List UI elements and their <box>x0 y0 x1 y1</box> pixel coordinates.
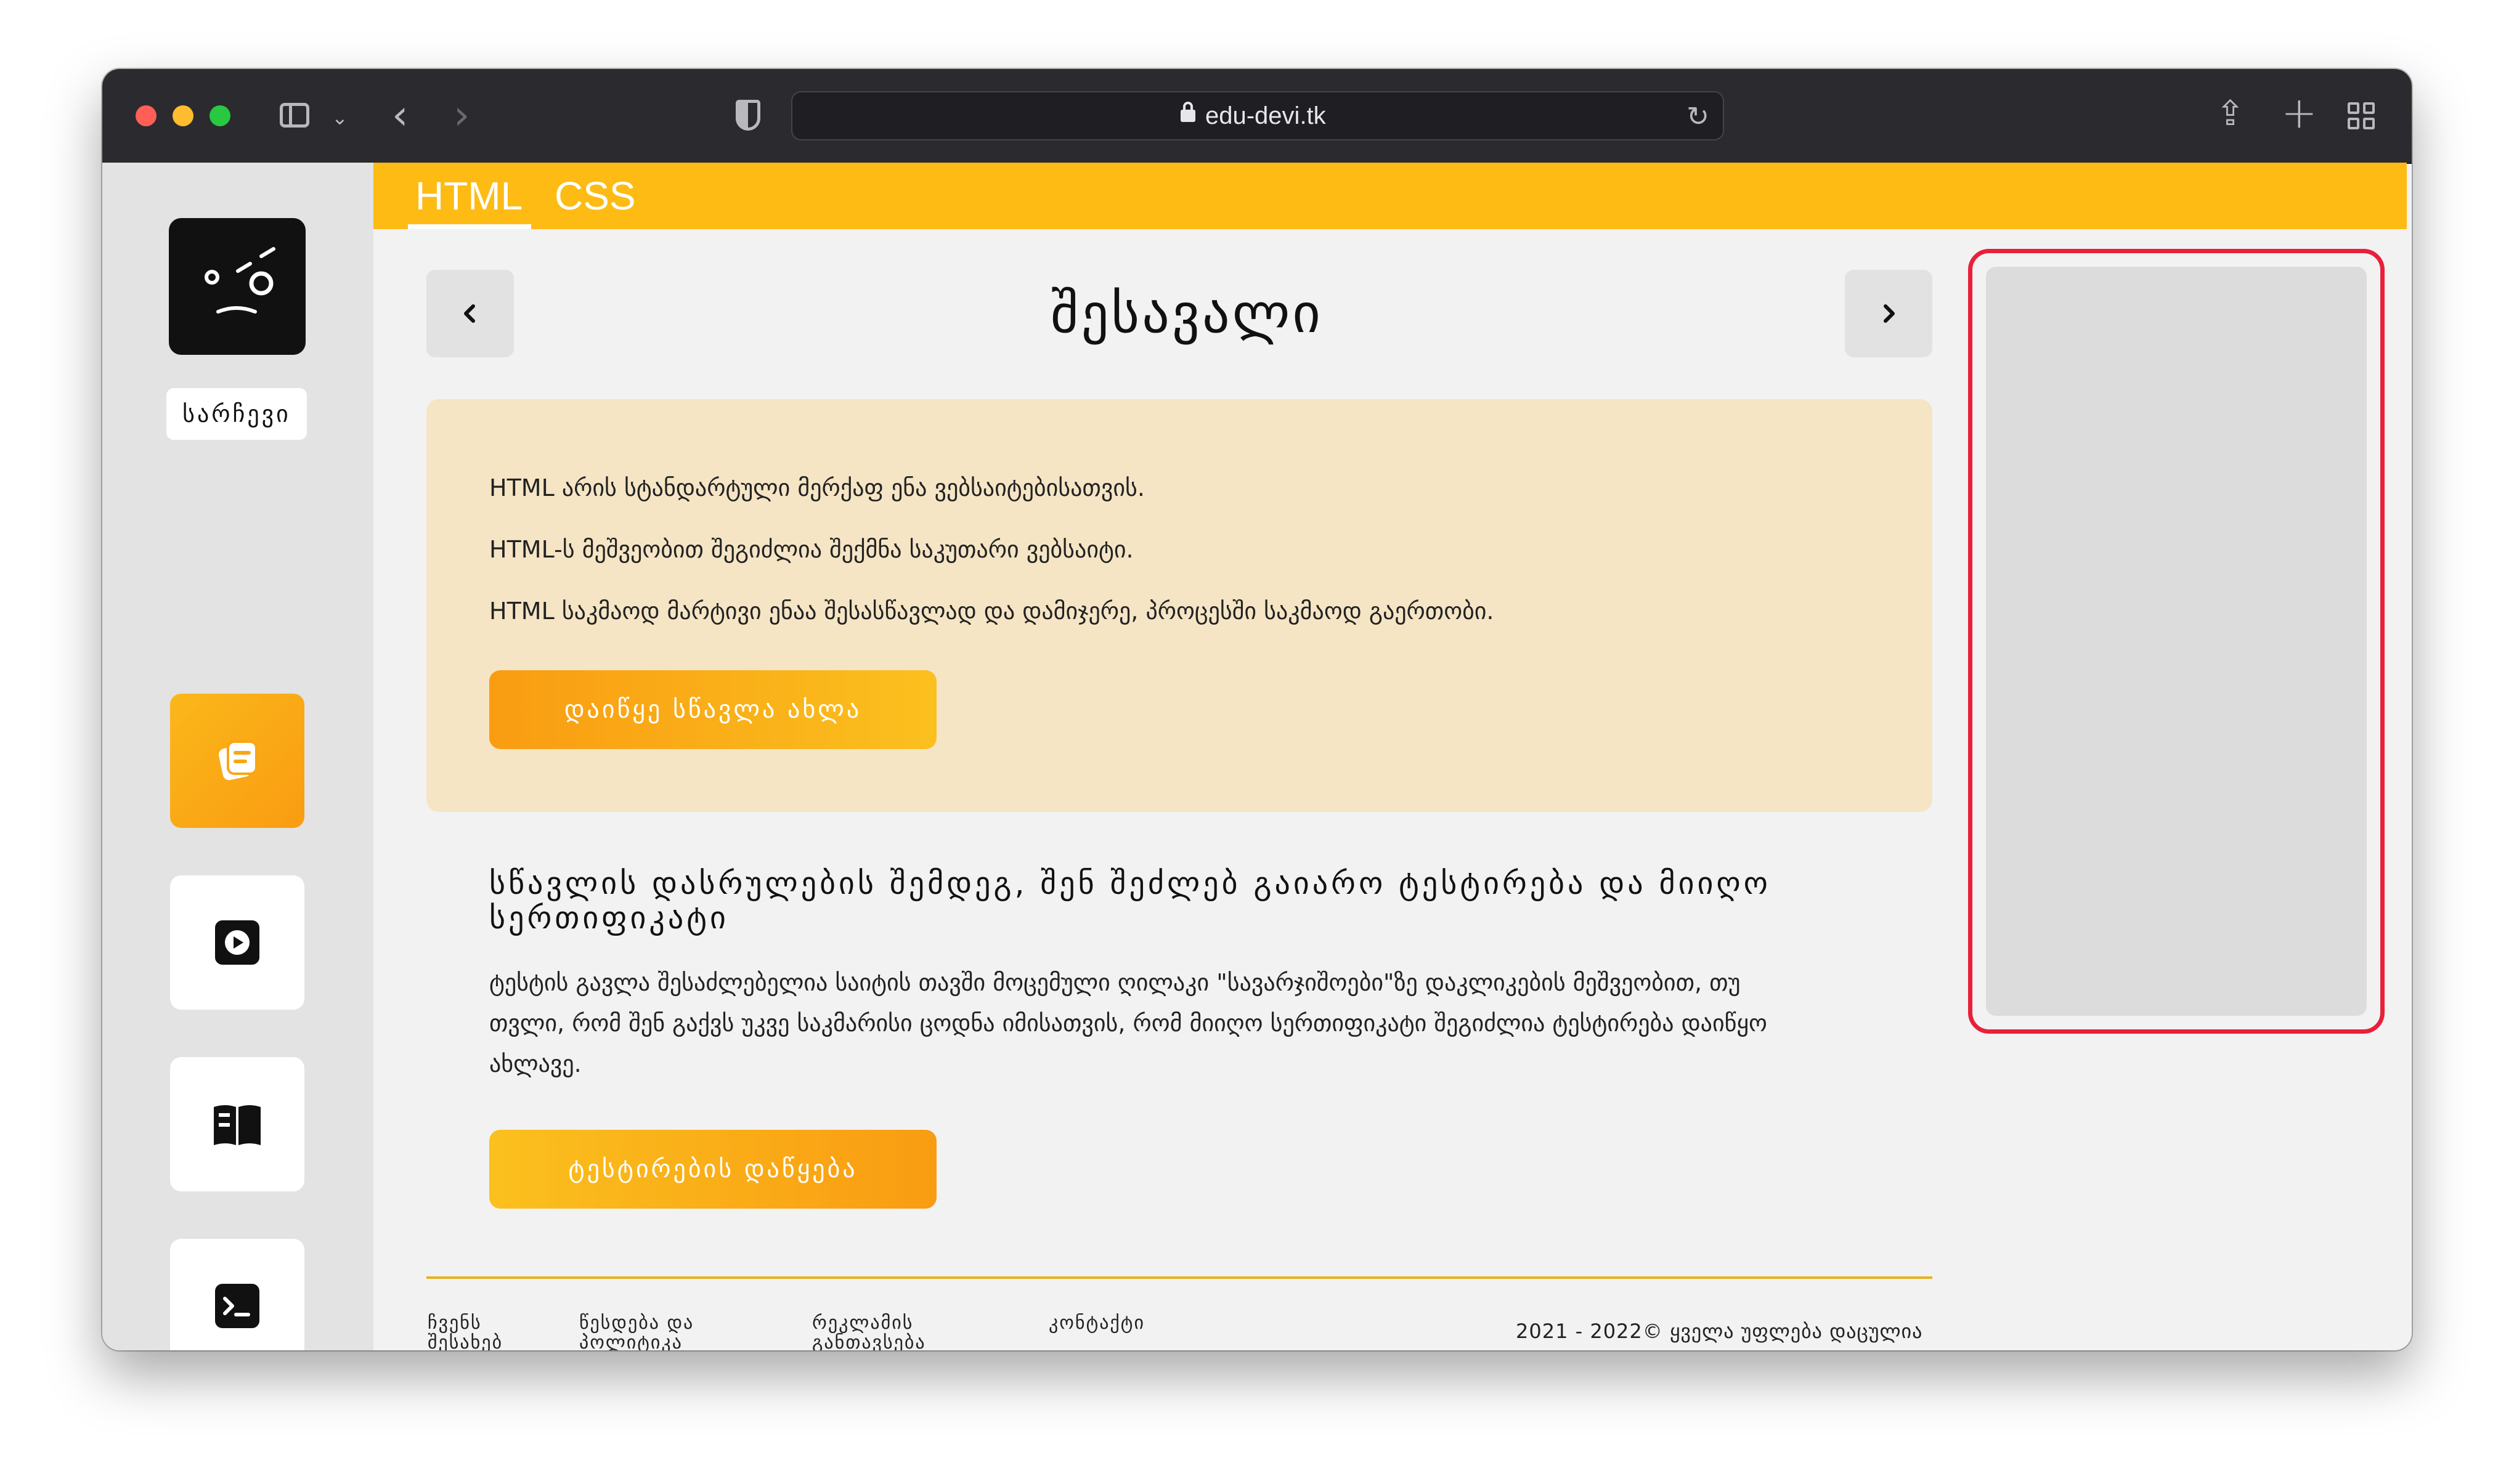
language-tab-bar: HTML CSS <box>373 163 2407 229</box>
sidebar-item-lessons[interactable] <box>170 694 304 828</box>
certificate-description: ტესტის გავლა შესაძლებელია საიტის თავში მ… <box>489 969 1767 1077</box>
back-button[interactable]: ‹ <box>392 95 408 136</box>
minimize-window-button[interactable] <box>173 105 193 126</box>
sidebar-item-reading[interactable] <box>170 1057 304 1191</box>
copyright-text: 2021 - 2022© ყველა უფლება დაცულია <box>1516 1320 1923 1343</box>
book-icon <box>214 1105 261 1145</box>
start-learning-button[interactable]: დაიწყე სწავლა ახლა <box>489 670 937 749</box>
chevron-down-icon[interactable]: ⌄ <box>332 106 348 129</box>
tab-css[interactable]: CSS <box>555 163 636 229</box>
lesson-cards-icon <box>218 740 258 781</box>
start-test-button[interactable]: ტესტირების დაწყება <box>489 1130 937 1209</box>
maximize-window-button[interactable] <box>210 105 230 126</box>
forward-button[interactable]: › <box>454 95 470 136</box>
logo-face-icon <box>205 247 275 314</box>
sidebar-toggle-icon[interactable] <box>280 103 309 128</box>
previous-page-button[interactable] <box>426 270 514 357</box>
address-bar[interactable]: edu-devi.tk ↻ <box>791 91 1724 140</box>
table-of-contents-button[interactable]: სარჩევი <box>166 388 307 440</box>
next-page-button[interactable] <box>1845 270 1932 357</box>
ad-placeholder <box>1986 267 2367 1016</box>
tab-overview-icon[interactable] <box>2348 102 2375 129</box>
terminal-icon <box>215 1284 259 1328</box>
url-text: edu-devi.tk <box>1205 102 1326 129</box>
intro-text: HTML საკმაოდ მარტივი ენაა შესასწავლად და… <box>489 598 1494 625</box>
video-play-icon <box>215 920 259 965</box>
reload-icon[interactable]: ↻ <box>1686 101 1709 132</box>
intro-card: HTML არის სტანდარტული მერქაფ ენა ვებსაიტ… <box>426 399 1932 812</box>
chevron-left-icon <box>464 304 475 323</box>
new-tab-button[interactable]: + <box>2281 87 2317 138</box>
ad-highlight-frame <box>1968 249 2385 1034</box>
sidebar-item-videos[interactable] <box>170 875 304 1010</box>
footer-divider <box>426 1276 1932 1279</box>
footer-link-terms[interactable]: წესდება და პოლიტიკა <box>579 1313 727 1351</box>
sidebar-item-terminal[interactable] <box>170 1239 304 1350</box>
footer-link-contact[interactable]: კონტაქტი <box>1049 1313 1145 1333</box>
footer-link-about[interactable]: ჩვენს შესახებ <box>428 1313 526 1351</box>
tab-html[interactable]: HTML <box>407 163 532 229</box>
intro-text: HTML არის სტანდარტული მერქაფ ენა ვებსაიტ… <box>489 474 1145 501</box>
browser-window: ⌄ ‹ › edu-devi.tk ↻ ⇪ + სარჩევი HTML CSS… <box>102 69 2412 1350</box>
left-sidebar: სარჩევი <box>102 163 373 1350</box>
shield-icon[interactable] <box>736 100 760 131</box>
intro-text: HTML-ს მეშვეობით შეგიძლია შექმნა საკუთარ… <box>489 536 1134 563</box>
certificate-heading: სწავლის დასრულების შემდეგ, შენ შეძლებ გა… <box>489 866 1771 936</box>
site-logo[interactable] <box>169 218 306 355</box>
chevron-right-icon <box>1884 304 1895 323</box>
lock-icon <box>1181 102 1195 122</box>
share-icon[interactable]: ⇪ <box>2216 94 2245 134</box>
page-title: შესავალი <box>1051 282 1323 345</box>
footer-link-advertising[interactable]: რეკლამის განთავსება <box>812 1313 972 1351</box>
close-window-button[interactable] <box>136 105 157 126</box>
browser-toolbar: ⌄ ‹ › edu-devi.tk ↻ ⇪ + <box>102 69 2412 164</box>
